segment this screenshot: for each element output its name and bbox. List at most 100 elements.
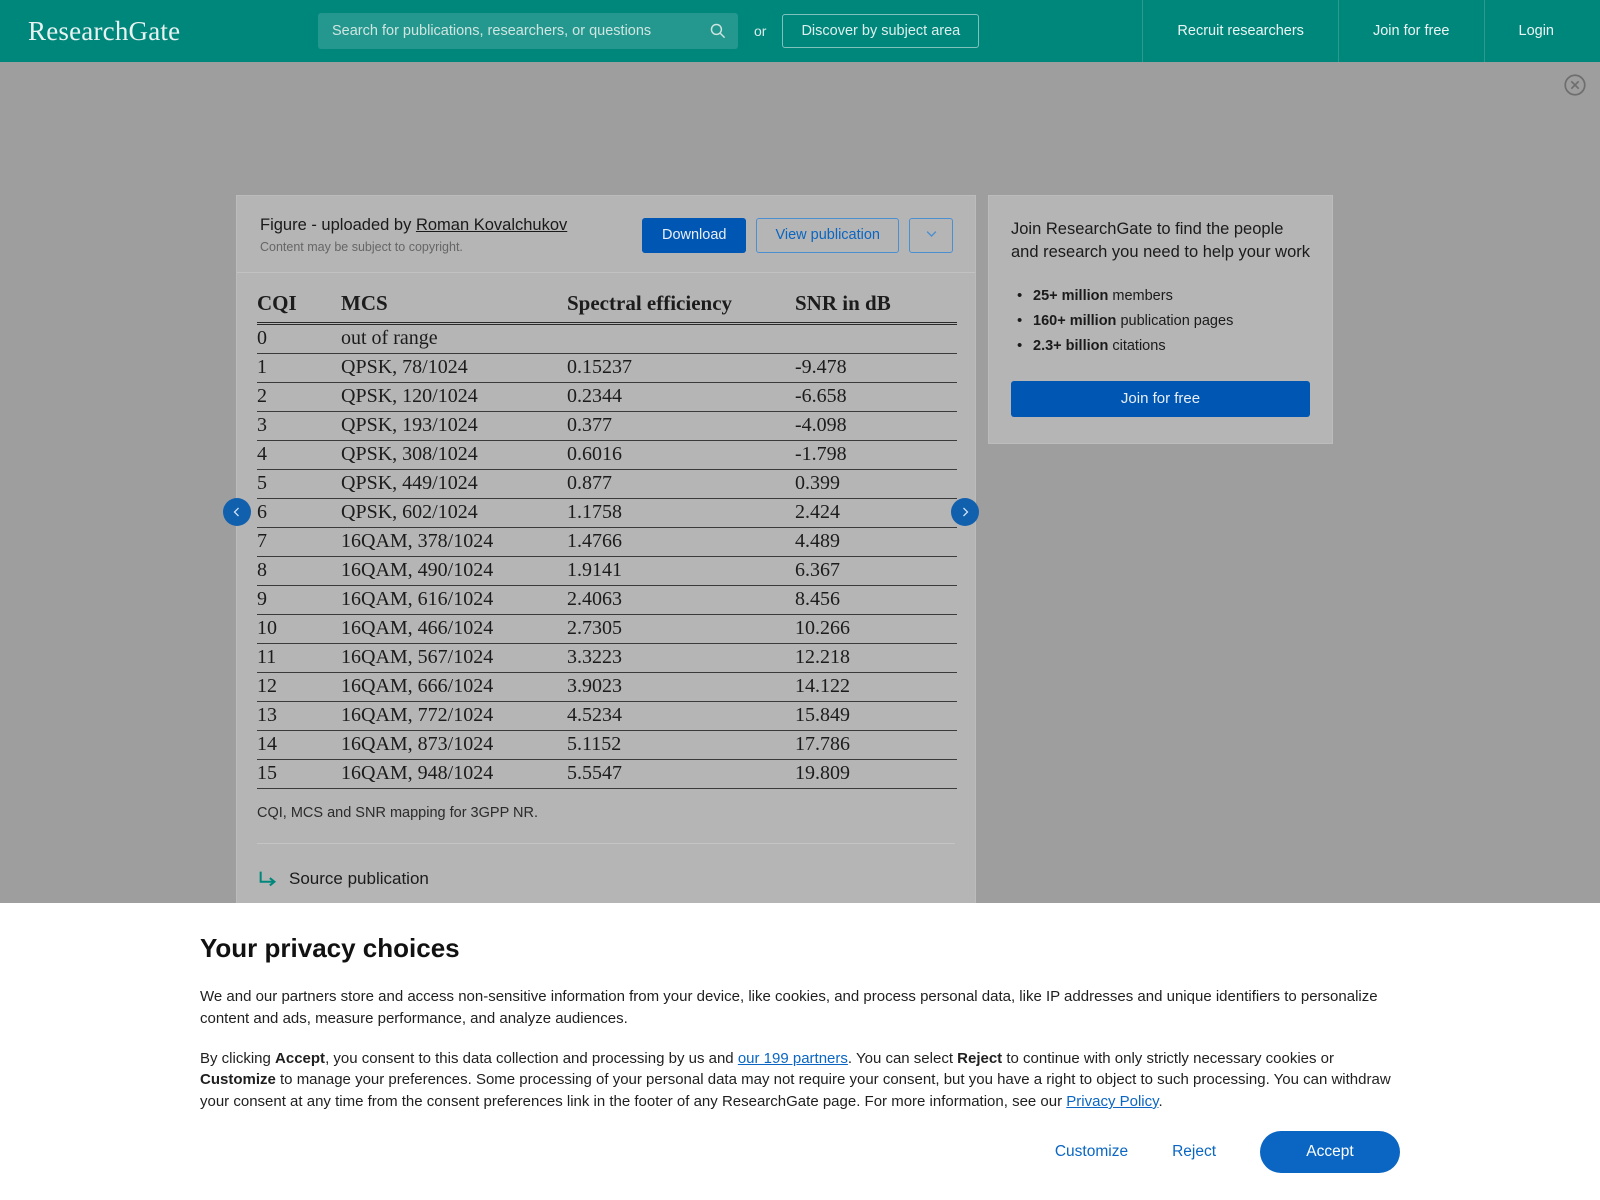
- cell-snr: 17.786: [795, 730, 957, 761]
- privacy-reject-strong: Reject: [957, 1049, 1003, 1067]
- cell-mcs: 16QAM, 567/1024: [341, 643, 567, 674]
- privacy-paragraph-1: We and our partners store and access non…: [200, 988, 1378, 1027]
- table-row: 5 QPSK, 449/1024 0.877 0.399: [257, 469, 957, 500]
- cell-spectral-efficiency: 2.7305: [567, 614, 795, 645]
- chevron-right-icon[interactable]: [951, 498, 979, 526]
- cell-mcs: 16QAM, 873/1024: [341, 730, 567, 761]
- arrow-branch-icon: [257, 868, 279, 890]
- cell-snr: 4.489: [795, 527, 957, 558]
- cell-mcs: 16QAM, 666/1024: [341, 672, 567, 703]
- cell-cqi: 8: [257, 556, 341, 587]
- cell-snr: 8.456: [795, 585, 957, 616]
- discover-by-subject-area-button[interactable]: Discover by subject area: [782, 14, 980, 48]
- cell-snr: -1.798: [795, 440, 957, 471]
- figure-author-link[interactable]: Roman Kovalchukov: [416, 216, 567, 234]
- table-row: 3 QPSK, 193/1024 0.377 -4.098: [257, 411, 957, 442]
- cell-mcs: 16QAM, 772/1024: [341, 701, 567, 732]
- figure-image-area[interactable]: CQI MCS Spectral efficiency SNR in dB 0o…: [237, 273, 975, 790]
- nav-login[interactable]: Login: [1483, 0, 1600, 62]
- join-panel-stats-list: 25+ million members 160+ million publicat…: [1017, 287, 1310, 354]
- privacy-p2-d: . You can select: [847, 1049, 958, 1067]
- page-root: ResearchGate or Discover by subject area…: [0, 0, 1600, 1200]
- cqi-mcs-snr-table: CQI MCS Spectral efficiency SNR in dB 0o…: [257, 289, 957, 790]
- privacy-p2-e: to continue with only strictly necessary…: [1002, 1049, 1334, 1067]
- table-row: 2 QPSK, 120/1024 0.2344 -6.658: [257, 382, 957, 413]
- cell-spectral-efficiency: 0.2344: [567, 382, 795, 413]
- figure-header-text: Figure - uploaded by Roman Kovalchukov C…: [260, 214, 567, 256]
- table-body: 0 out of range 1 QPSK, 78/1024 0.15237 -9.478…: [257, 323, 957, 790]
- join-for-free-button[interactable]: Join for free: [1011, 380, 1310, 417]
- search-icon[interactable]: [709, 22, 726, 39]
- chevron-left-icon[interactable]: [223, 498, 251, 526]
- cell-spectral-efficiency: 2.4063: [567, 585, 795, 616]
- privacy-choices-dialog: Your privacy choices We and our partners…: [0, 903, 1600, 1200]
- privacy-p2-a: By clicking: [200, 1049, 276, 1067]
- reject-button[interactable]: Reject: [1172, 1143, 1216, 1161]
- join-stat-label: members: [1108, 287, 1173, 304]
- col-header-snr: SNR in dB: [795, 289, 957, 326]
- cell-mcs: QPSK, 193/1024: [341, 411, 567, 442]
- figure-header: Figure - uploaded by Roman Kovalchukov C…: [237, 196, 975, 274]
- download-button[interactable]: Download: [641, 217, 747, 253]
- cell-mcs: 16QAM, 616/1024: [341, 585, 567, 616]
- nav-recruit-researchers[interactable]: Recruit researchers: [1142, 0, 1338, 62]
- table-row: 8 16QAM, 490/1024 1.9141 6.367: [257, 556, 957, 587]
- privacy-heading: Your privacy choices: [200, 933, 460, 963]
- cell-cqi: 5: [257, 469, 341, 500]
- view-publication-button[interactable]: View publication: [756, 217, 899, 253]
- researchgate-logo[interactable]: ResearchGate: [28, 16, 318, 47]
- cell-mcs: 16QAM, 490/1024: [341, 556, 567, 587]
- join-stat-item: 25+ million members: [1017, 287, 1310, 304]
- cell-cqi: 0: [257, 323, 341, 355]
- join-stat-label: citations: [1108, 337, 1166, 354]
- source-publication-header: Source publication: [237, 844, 975, 902]
- join-stat-item: 2.3+ billion citations: [1017, 337, 1310, 354]
- cell-snr: 10.266: [795, 614, 957, 645]
- cell-cqi: 13: [257, 701, 341, 732]
- customize-button[interactable]: Customize: [1055, 1143, 1128, 1161]
- our-partners-link[interactable]: our 199 partners: [738, 1050, 848, 1067]
- top-navigation-bar: ResearchGate or Discover by subject area…: [0, 0, 1600, 62]
- join-stat-value: 2.3+ billion: [1033, 337, 1109, 354]
- accept-button[interactable]: Accept: [1260, 1130, 1400, 1173]
- more-options-button[interactable]: [909, 217, 953, 253]
- cell-spectral-efficiency: 3.3223: [567, 643, 795, 674]
- cell-spectral-efficiency: 1.9141: [567, 556, 795, 587]
- figure-upload-line: Figure - uploaded by Roman Kovalchukov: [260, 214, 567, 236]
- cell-snr: 6.367: [795, 556, 957, 587]
- table-row: 13 16QAM, 772/1024 4.5234 15.849: [257, 701, 957, 732]
- or-separator-label: or: [754, 23, 767, 39]
- table-head: CQI MCS Spectral efficiency SNR in dB: [257, 289, 957, 326]
- search-box[interactable]: [318, 13, 738, 49]
- cell-spectral-efficiency: 0.377: [567, 411, 795, 442]
- join-stat-item: 160+ million publication pages: [1017, 312, 1310, 329]
- table-row: 4 QPSK, 308/1024 0.6016 -1.798: [257, 440, 957, 471]
- cell-cqi: 7: [257, 527, 341, 558]
- search-input[interactable]: [318, 13, 738, 49]
- cell-cqi: 2: [257, 382, 341, 413]
- cell-spectral-efficiency: 0.15237: [567, 353, 795, 384]
- close-icon[interactable]: [1562, 72, 1588, 98]
- table-row: 6 QPSK, 602/1024 1.1758 2.424: [257, 498, 957, 529]
- col-header-mcs: MCS: [341, 289, 567, 326]
- nav-join-for-free[interactable]: Join for free: [1337, 0, 1484, 62]
- cell-mcs: 16QAM, 466/1024: [341, 614, 567, 645]
- cell-snr: -4.098: [795, 411, 957, 442]
- privacy-action-buttons: Customize Reject Accept: [200, 1130, 1400, 1173]
- cell-spectral-efficiency: 1.1758: [567, 498, 795, 529]
- cell-snr: -6.658: [795, 382, 957, 413]
- cell-spectral-efficiency: 5.5547: [567, 759, 795, 790]
- privacy-policy-link[interactable]: Privacy Policy: [1066, 1093, 1158, 1110]
- cell-cqi: 4: [257, 440, 341, 471]
- cell-snr: 19.809: [795, 759, 957, 790]
- cell-snr: 2.424: [795, 498, 957, 529]
- cell-cqi: 9: [257, 585, 341, 616]
- cell-cqi: 10: [257, 614, 341, 645]
- figure-actions: Download View publication: [641, 217, 953, 253]
- table-row: 1 QPSK, 78/1024 0.15237 -9.478: [257, 353, 957, 384]
- cell-cqi: 14: [257, 730, 341, 761]
- col-header-cqi: CQI: [257, 289, 341, 326]
- join-stat-value: 160+ million: [1033, 312, 1117, 329]
- cell-mcs: QPSK, 120/1024: [341, 382, 567, 413]
- join-stat-value: 25+ million: [1033, 287, 1109, 304]
